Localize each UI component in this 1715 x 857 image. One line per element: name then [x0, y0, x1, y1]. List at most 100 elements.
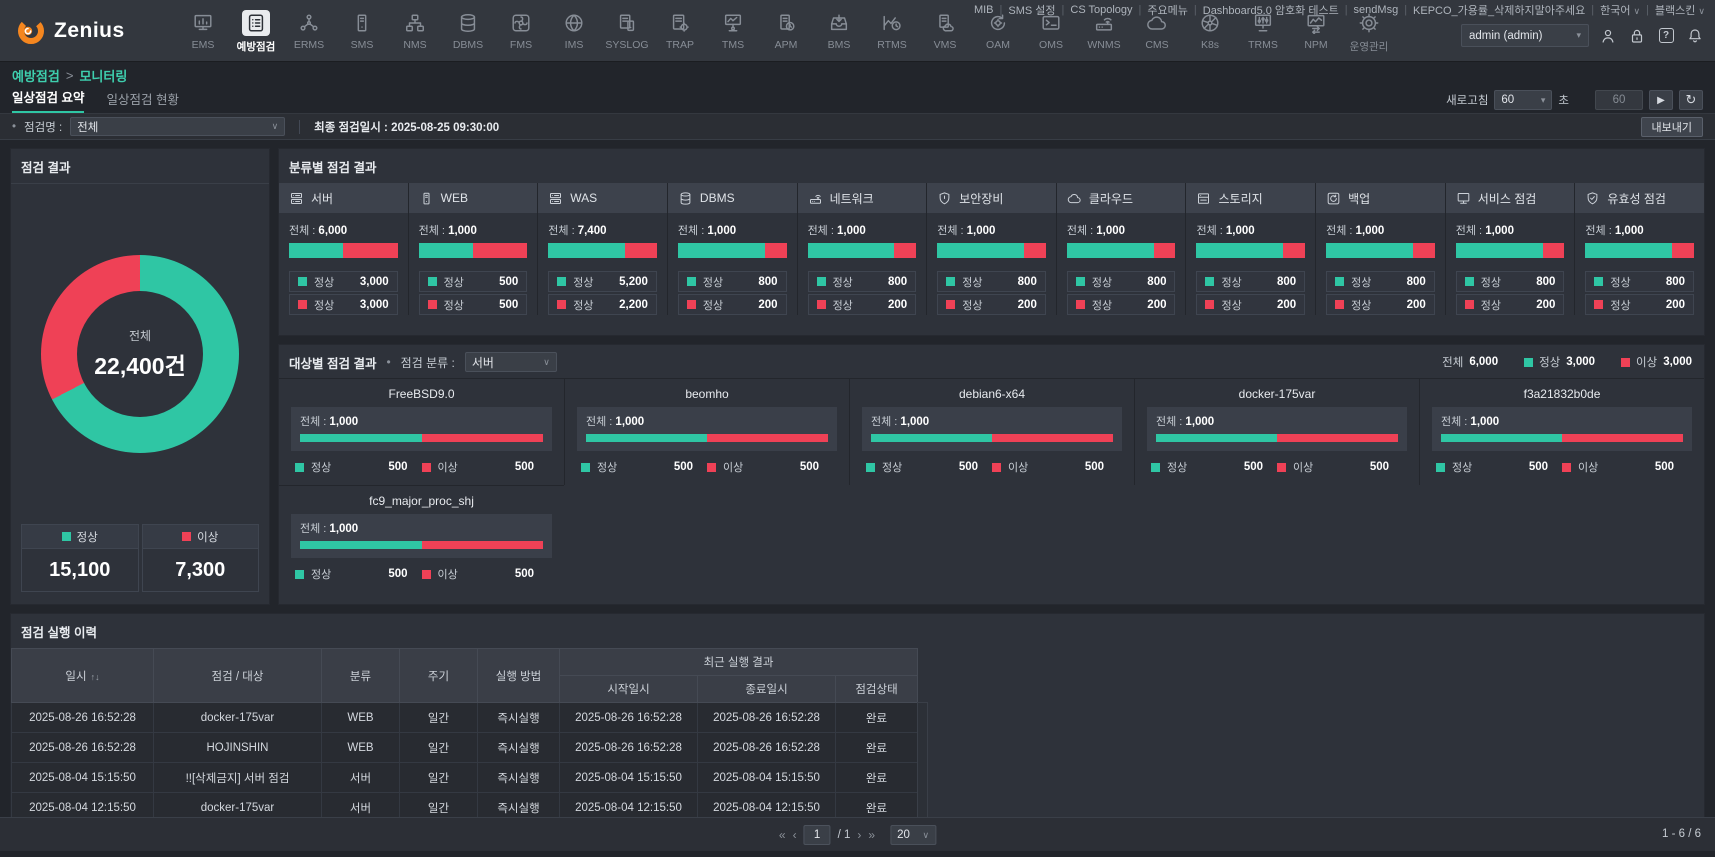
skin-select[interactable]: 블랙스킨∨	[1655, 2, 1705, 18]
abnormal-swatch	[428, 300, 437, 309]
first-page-button[interactable]: «	[779, 828, 786, 842]
help-icon[interactable]: ?	[1656, 26, 1676, 46]
nav-item-label: TMS	[708, 39, 758, 51]
lock-icon[interactable]	[1627, 26, 1647, 46]
total-value: 1,000	[1470, 416, 1499, 428]
chevron-down-icon: ∨	[922, 830, 929, 841]
tab-daily-status[interactable]: 일상점검 현황	[106, 89, 178, 113]
legend-value: 500	[515, 568, 534, 580]
total-label: 전체 :	[300, 416, 326, 428]
col-header-cycle[interactable]: 주기	[400, 649, 478, 703]
legend-row-normal: 정상800	[1196, 271, 1305, 292]
table-row[interactable]: 2025-08-26 16:52:28 docker-175var WEB 일간…	[12, 703, 918, 733]
col-header-start[interactable]: 시작일시	[560, 676, 698, 703]
col-header-datetime[interactable]: 일시↑↓	[12, 649, 154, 703]
topology-icon	[295, 10, 323, 36]
chart-transfer-icon	[1302, 10, 1330, 36]
col-header-end[interactable]: 종료일시	[698, 676, 836, 703]
refresh-unit-label: 초	[1558, 92, 1569, 108]
legend-value: 200	[1666, 299, 1685, 311]
sort-icon[interactable]: ↑↓	[91, 672, 100, 682]
category-name: 백업	[1348, 190, 1370, 207]
legend-label: 이상	[1008, 459, 1028, 475]
brand-logo[interactable]: Zenius	[16, 16, 125, 46]
nav-item-wnms[interactable]: WNMS	[1079, 10, 1129, 54]
nav-item-tms[interactable]: TMS	[708, 10, 758, 54]
breadcrumb-section[interactable]: 예방점검	[12, 66, 60, 85]
donut-chart-wrap: 전체 22,400건	[11, 184, 269, 524]
nav-item-ims[interactable]: IMS	[549, 10, 599, 54]
gear-icon	[1355, 10, 1383, 36]
nav-item-erms[interactable]: ERMS	[284, 10, 334, 54]
nav-item-k8s[interactable]: K8s	[1185, 10, 1235, 54]
col-header-method[interactable]: 실행 방법	[478, 649, 560, 703]
col-header-category[interactable]: 분류	[322, 649, 400, 703]
nav-item-trap[interactable]: TRAP	[655, 10, 705, 54]
nav-item-oam[interactable]: OAM	[973, 10, 1023, 54]
language-select[interactable]: 한국어∨	[1600, 2, 1640, 18]
abnormal-swatch	[817, 300, 826, 309]
legend-value: 500	[959, 461, 978, 473]
legend-label: 정상	[311, 459, 331, 475]
play-button[interactable]: ▶	[1649, 90, 1673, 110]
stacked-bar	[1067, 243, 1176, 258]
donut-center-label: 전체	[129, 327, 151, 344]
nav-item-syslog[interactable]: SYSLOG	[602, 10, 652, 54]
table-scrollbar[interactable]: ▼	[917, 702, 928, 831]
user-icon[interactable]	[1598, 26, 1618, 46]
table-row[interactable]: 2025-08-26 16:52:28 HOJINSHIN WEB 일간 즉시실…	[12, 733, 918, 763]
panel-title: 점검 결과	[11, 149, 269, 184]
table-row[interactable]: 2025-08-04 15:15:50 !![삭제금지] 서버 점검 서버 일간…	[12, 763, 918, 793]
nav-item-cms[interactable]: CMS	[1132, 10, 1182, 54]
panel-title: 분류별 점검 결과	[279, 149, 1704, 183]
target-legend: 정상500 이상500	[1432, 459, 1692, 475]
chevron-down-icon: ▾	[1576, 30, 1581, 41]
legend-label: 정상	[1167, 459, 1187, 475]
col-header-target[interactable]: 점검 / 대상	[154, 649, 322, 703]
nav-item-operations[interactable]: 운영관리	[1344, 10, 1394, 54]
page-size-select[interactable]: 20 ∨	[890, 825, 936, 845]
nav-item-bms[interactable]: BMS	[814, 10, 864, 54]
nav-item-sms[interactable]: SMS	[337, 10, 387, 54]
legend-row-normal: 정상500	[419, 271, 528, 292]
util-link-kepco[interactable]: KEPCO_가용률_삭제하지말아주세요	[1413, 2, 1585, 18]
legend-label: 정상	[833, 297, 853, 313]
category-name: WEB	[441, 191, 468, 205]
nav-item-fms[interactable]: FMS	[496, 10, 546, 54]
legend-label: 정상	[1481, 274, 1501, 290]
nav-item-label: APM	[761, 39, 811, 51]
check-name-select[interactable]: 전체 ∨	[70, 117, 285, 136]
refresh-label: 새로고침	[1446, 92, 1488, 108]
current-page-input[interactable]: 1	[804, 825, 831, 845]
legend-label: 정상	[882, 459, 902, 475]
nav-item-apm[interactable]: APM	[761, 10, 811, 54]
cell-start: 2025-08-04 15:15:50	[560, 763, 698, 793]
nav-item-dbms[interactable]: DBMS	[443, 10, 493, 54]
last-page-button[interactable]: »	[868, 828, 875, 842]
cell-method: 즉시실행	[478, 763, 560, 793]
refresh-interval-select[interactable]: 60 ▾	[1494, 90, 1552, 110]
checklist-icon	[242, 10, 270, 36]
export-button[interactable]: 내보내기	[1641, 117, 1703, 137]
tab-daily-summary[interactable]: 일상점검 요약	[12, 87, 84, 113]
total-value: 1,000	[329, 416, 358, 428]
target-panel-header: 대상별 점검 결과 • 점검 분류 : 서버 ∨ 전체 6,000 정상 3,0…	[279, 345, 1704, 378]
nav-item-trms[interactable]: TRMS	[1238, 10, 1288, 54]
col-header-status[interactable]: 점검상태	[836, 676, 918, 703]
total-value: 1,000	[707, 225, 736, 237]
cell-end: 2025-08-26 16:52:28	[698, 703, 836, 733]
target-category-select[interactable]: 서버 ∨	[465, 352, 557, 372]
nav-item-npm[interactable]: NPM	[1291, 10, 1341, 54]
nav-item-rtms[interactable]: RTMS	[867, 10, 917, 54]
nav-item-preventive-check[interactable]: 예방점검	[231, 10, 281, 54]
nav-item-ems[interactable]: EMS	[178, 10, 228, 54]
nav-item-vms[interactable]: VMS	[920, 10, 970, 54]
next-page-button[interactable]: ›	[857, 828, 861, 842]
bell-icon[interactable]	[1685, 26, 1705, 46]
refresh-button[interactable]: ↻	[1679, 90, 1703, 110]
nav-item-oms[interactable]: OMS	[1026, 10, 1076, 54]
nav-item-nms[interactable]: NMS	[390, 10, 440, 54]
nav-item-label: OAM	[973, 39, 1023, 51]
user-account-select[interactable]: admin (admin) ▾	[1461, 24, 1589, 47]
prev-page-button[interactable]: ‹	[793, 828, 797, 842]
